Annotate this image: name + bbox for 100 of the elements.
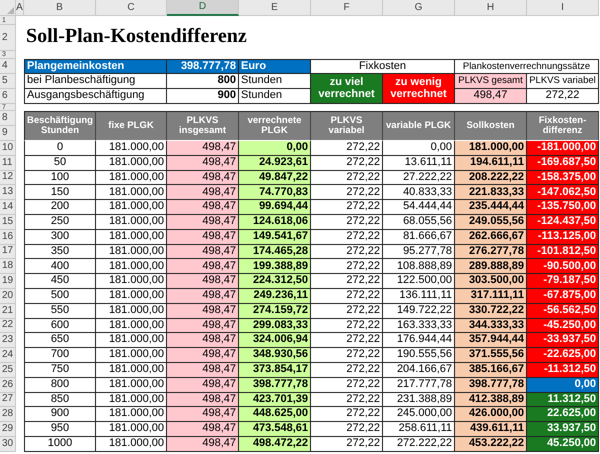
row-header[interactable]: 29: [0, 422, 16, 437]
row-header[interactable]: 10: [0, 141, 16, 156]
table-cell: 45.250,00: [527, 436, 599, 452]
row-header[interactable]: 2: [0, 25, 16, 51]
row-header[interactable]: 13: [0, 185, 16, 200]
table-cell: 750: [24, 362, 96, 378]
column-header[interactable]: G: [383, 0, 455, 16]
table-cell: 124.618,06: [239, 214, 311, 230]
table-cell: -45.250,00: [527, 318, 599, 334]
table-cell: 398.777,78: [239, 378, 311, 393]
row-header[interactable]: 9: [0, 126, 16, 141]
table-cell: -33.937,50: [527, 333, 599, 348]
table-cell: 344.333,33: [455, 318, 527, 334]
table-cell: 194.611,11: [455, 156, 527, 171]
row-header[interactable]: 16: [0, 230, 16, 245]
row-header[interactable]: 8: [0, 111, 16, 126]
table-cell: 272,22: [311, 392, 383, 408]
legend-item: zu viel verrechnet: [311, 74, 383, 104]
row-header[interactable]: 4: [0, 59, 16, 74]
row-header[interactable]: 28: [0, 407, 16, 422]
table-cell: 0,00: [527, 378, 599, 393]
table-cell: 498.472,22: [239, 436, 311, 452]
column-header[interactable]: F: [311, 0, 383, 16]
table-cell: 498,47: [167, 362, 239, 378]
row-header[interactable]: 27: [0, 392, 16, 408]
table-cell: 272,22: [311, 422, 383, 437]
column-header[interactable]: B: [24, 0, 96, 16]
row-header[interactable]: 17: [0, 244, 16, 260]
table-cell: 272,22: [311, 200, 383, 215]
table-cell: 498,47: [167, 214, 239, 230]
row-header[interactable]: 15: [0, 214, 16, 230]
column-header[interactable]: E: [239, 0, 311, 16]
table-cell: 498,47: [167, 333, 239, 348]
table-cell: 74.770,83: [239, 185, 311, 200]
parameter-value: 398.777,78: [167, 59, 239, 74]
column-heading: fixe PLGK: [96, 111, 167, 141]
table-cell: 426.000,00: [455, 407, 527, 422]
row-header[interactable]: 30: [0, 436, 16, 452]
row-header[interactable]: 18: [0, 259, 16, 274]
column-header[interactable]: C: [96, 0, 167, 16]
table-cell: 650: [24, 333, 96, 348]
table-cell: 700: [24, 348, 96, 363]
table-cell: 272,22: [311, 378, 383, 393]
table-cell: 385.166,67: [455, 362, 527, 378]
row-header[interactable]: 22: [0, 318, 16, 334]
table-cell: 357.944,44: [455, 333, 527, 348]
table-cell: 0,00: [239, 141, 311, 156]
row-header[interactable]: 11: [0, 156, 16, 171]
row-header[interactable]: 23: [0, 333, 16, 348]
table-cell: -147.062,50: [527, 185, 599, 200]
row-header[interactable]: 12: [0, 170, 16, 186]
select-all-icon[interactable]: [7, 7, 14, 14]
table-cell: 498,47: [167, 200, 239, 215]
table-cell: 272,22: [311, 274, 383, 289]
table-cell: 498,47: [167, 304, 239, 319]
row-header[interactable]: 14: [0, 200, 16, 215]
table-cell: 950: [24, 422, 96, 437]
row-header[interactable]: 24: [0, 348, 16, 363]
parameter-value: 900: [167, 89, 239, 104]
table-cell: 224.312,50: [239, 274, 311, 289]
table-cell: -11.312,50: [527, 362, 599, 378]
row-header[interactable]: 21: [0, 304, 16, 319]
row-header[interactable]: 6: [0, 89, 16, 104]
table-cell: -169.687,50: [527, 156, 599, 171]
legend-title: Fixkosten: [311, 59, 455, 74]
table-cell: 498,47: [167, 274, 239, 289]
table-cell: 498,47: [167, 318, 239, 334]
row-header[interactable]: 20: [0, 288, 16, 304]
table-cell: 317.111,11: [455, 288, 527, 304]
table-cell: 272,22: [311, 318, 383, 334]
table-cell: 303.500,00: [455, 274, 527, 289]
table-cell: 498,47: [167, 436, 239, 452]
table-cell: 208.222,22: [455, 170, 527, 186]
table-cell: 398.777,78: [455, 378, 527, 393]
table-cell: 249.055,56: [455, 214, 527, 230]
parameter-label: Plangemeinkosten: [24, 59, 167, 74]
table-cell: 400: [24, 259, 96, 274]
table-cell: -135.750,00: [527, 200, 599, 215]
table-cell: 498,47: [167, 259, 239, 274]
table-cell: 100: [24, 170, 96, 186]
table-cell: -101.812,50: [527, 244, 599, 260]
table-cell: 272,22: [311, 362, 383, 378]
column-header[interactable]: H: [455, 0, 527, 16]
table-cell: 850: [24, 392, 96, 408]
table-cell: 498,47: [167, 185, 239, 200]
table-cell: 272,22: [311, 259, 383, 274]
table-cell: 272,22: [311, 141, 383, 156]
table-cell: -79.187,50: [527, 274, 599, 289]
table-cell: 274.159,72: [239, 304, 311, 319]
table-cell: 272,22: [311, 348, 383, 363]
column-header[interactable]: D: [167, 0, 239, 16]
table-cell: 324.006,94: [239, 333, 311, 348]
row-header[interactable]: 25: [0, 362, 16, 378]
column-heading: Beschäftigung Stunden: [24, 111, 96, 141]
column-header[interactable]: I: [527, 0, 599, 16]
row-header[interactable]: 19: [0, 274, 16, 289]
row-header[interactable]: 5: [0, 74, 16, 89]
column-header[interactable]: A: [16, 0, 24, 16]
row-header[interactable]: 26: [0, 378, 16, 393]
table-cell: -158.375,00: [527, 170, 599, 186]
